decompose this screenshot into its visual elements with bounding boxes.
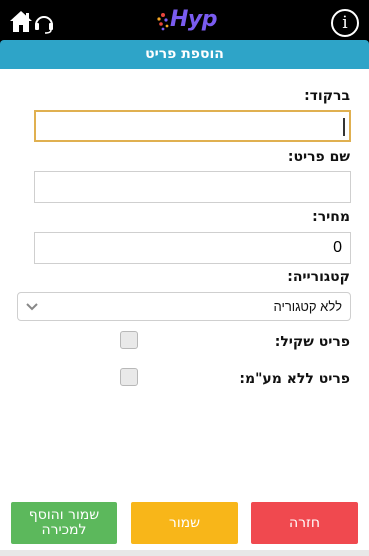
headset-icon — [35, 16, 53, 34]
weighable-label: פריט שקיל: — [274, 334, 350, 350]
no-vat-checkbox[interactable] — [120, 368, 138, 386]
text-caret — [343, 118, 345, 136]
category-selected-value: ללא קטגוריה — [273, 299, 343, 314]
save-label: שמור — [168, 514, 201, 531]
item-name-input[interactable] — [34, 171, 351, 203]
info-button[interactable]: i — [331, 9, 359, 37]
save-and-add-button[interactable]: שמור והוסף למכירה — [11, 502, 117, 544]
home-button[interactable] — [8, 8, 56, 36]
weighable-checkbox[interactable] — [120, 331, 138, 349]
chevron-down-icon — [26, 303, 38, 311]
barcode-label: ברקוד: — [304, 88, 350, 104]
bottom-strip — [0, 550, 369, 556]
price-label: מחיר: — [312, 209, 350, 225]
back-button[interactable]: חזרה — [251, 502, 358, 544]
category-select[interactable]: ללא קטגוריה — [17, 292, 351, 321]
save-and-add-label: שמור והוסף למכירה — [28, 507, 100, 538]
category-label: קטגורייה: — [287, 269, 350, 285]
top-bar: Hyp i — [0, 0, 369, 44]
home-icon — [10, 11, 53, 34]
logo-text: Hyp — [170, 7, 218, 32]
info-icon: i — [342, 13, 348, 33]
page-title: הוספת פריט — [0, 40, 369, 69]
no-vat-label: פריט ללא מע"מ: — [239, 371, 350, 387]
hyp-logo: Hyp — [156, 7, 218, 37]
item-name-label: שם פריט: — [287, 149, 350, 165]
barcode-input[interactable] — [34, 110, 351, 142]
save-button[interactable]: שמור — [131, 502, 238, 544]
back-label: חזרה — [288, 514, 321, 531]
price-input[interactable] — [34, 232, 351, 264]
